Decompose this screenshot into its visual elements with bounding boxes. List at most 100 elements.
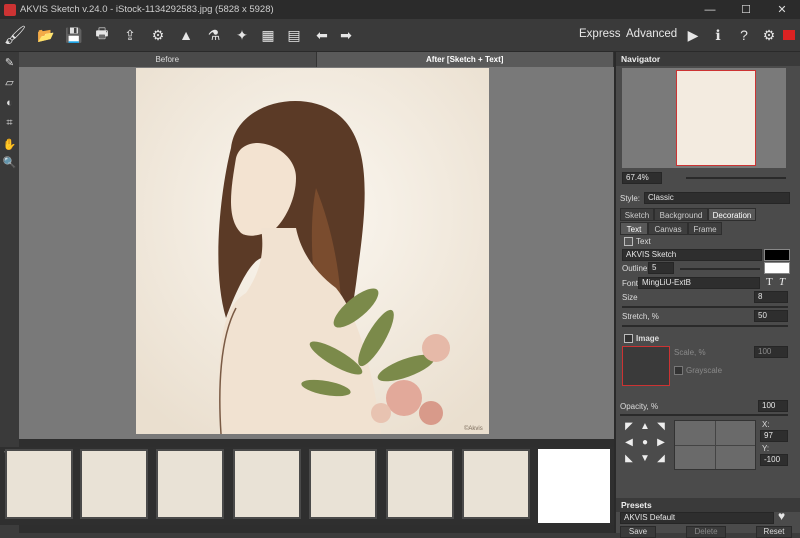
grayscale-label: Grayscale bbox=[686, 366, 723, 375]
arrow-up-right-icon[interactable]: ◥ bbox=[654, 420, 668, 434]
italic-text-icon[interactable]: T bbox=[779, 276, 785, 288]
share-icon[interactable]: ⇪ bbox=[120, 25, 140, 45]
plugin-icon[interactable]: ⚗ bbox=[204, 25, 224, 45]
style-dropdown[interactable]: Classic bbox=[644, 192, 790, 204]
grayscale-checkbox[interactable] bbox=[674, 366, 683, 375]
arrow-down-icon[interactable]: ▼ bbox=[638, 452, 652, 466]
run-icon[interactable]: ✦ bbox=[232, 25, 252, 45]
brush-tool-icon[interactable]: ◐ bbox=[2, 96, 17, 111]
redo-arrow-icon[interactable]: ➡ bbox=[336, 25, 356, 45]
main-toolbar: 🖌 📂 💾 🖶 ⇪ ⚙ ▲ ⚗ ✦ ▦ ▤ ⬅ ➡ Express Advanc… bbox=[0, 19, 800, 52]
result-thumbnail[interactable] bbox=[156, 449, 224, 519]
zoom-value[interactable]: 67.4% bbox=[622, 172, 662, 184]
result-thumbnail[interactable] bbox=[5, 449, 73, 519]
result-thumbnail[interactable] bbox=[462, 449, 530, 519]
batch-icon[interactable]: ▲ bbox=[176, 25, 196, 45]
undo-arrow-icon[interactable]: ⬅ bbox=[312, 25, 332, 45]
print-icon[interactable]: 🖶 bbox=[92, 25, 112, 45]
stretch-label: Stretch, % bbox=[622, 312, 659, 321]
opacity-input[interactable]: 100 bbox=[758, 400, 788, 412]
help-icon[interactable]: ? bbox=[734, 25, 754, 45]
arrow-down-right-icon[interactable]: ◢ bbox=[654, 452, 668, 466]
arrow-up-icon[interactable]: ▲ bbox=[638, 420, 652, 434]
arrow-right-icon[interactable]: ▶ bbox=[654, 436, 668, 450]
save-image-icon[interactable]: 💾 bbox=[64, 25, 84, 45]
x-input[interactable]: 97 bbox=[760, 430, 788, 442]
view-tabs: Before After [Sketch + Text] bbox=[19, 52, 614, 67]
tab-decoration[interactable]: Decoration bbox=[708, 208, 756, 221]
zoom-tool-icon[interactable]: 🔍 bbox=[2, 156, 17, 171]
position-grid[interactable] bbox=[674, 420, 756, 470]
center-dot-icon[interactable]: ● bbox=[638, 436, 652, 450]
subtab-frame[interactable]: Frame bbox=[688, 222, 722, 235]
reset-preset-button[interactable]: Reset bbox=[756, 526, 792, 538]
close-button[interactable]: ✕ bbox=[764, 3, 800, 16]
subtab-text[interactable]: Text bbox=[620, 222, 648, 235]
outline-slider[interactable] bbox=[680, 268, 760, 270]
favorite-heart-icon[interactable]: ♥ bbox=[778, 509, 785, 523]
crop-tool-icon[interactable]: ⌗ bbox=[2, 116, 17, 131]
hand-tool-icon[interactable]: ✋ bbox=[2, 138, 17, 153]
save-preset-button[interactable]: Save bbox=[620, 526, 656, 538]
eraser-tool-icon[interactable]: ▱ bbox=[2, 76, 17, 91]
text-checkbox-label: Text bbox=[636, 237, 651, 246]
maximize-button[interactable]: ☐ bbox=[728, 3, 764, 16]
tab-sketch[interactable]: Sketch bbox=[620, 208, 654, 221]
minimize-button[interactable]: — bbox=[692, 4, 728, 16]
watermark-text: ©Akvis bbox=[464, 425, 483, 432]
delete-preset-button[interactable]: Delete bbox=[686, 526, 726, 538]
result-thumbnail[interactable] bbox=[386, 449, 454, 519]
canvas-icon[interactable]: ▦ bbox=[258, 25, 278, 45]
image-checkbox-label: Image bbox=[636, 334, 660, 343]
app-icon bbox=[4, 3, 16, 16]
pencil-tool-icon[interactable]: ✎ bbox=[2, 56, 17, 71]
bold-text-icon[interactable]: T bbox=[766, 276, 773, 288]
text-color-swatch[interactable] bbox=[764, 249, 790, 261]
size-slider[interactable] bbox=[622, 306, 788, 308]
navigator-viewport[interactable] bbox=[676, 70, 756, 166]
info-icon[interactable]: ℹ bbox=[708, 25, 728, 45]
run-play-icon[interactable]: ▶ bbox=[683, 25, 703, 45]
navigator-preview[interactable] bbox=[622, 68, 786, 168]
zoom-slider[interactable] bbox=[686, 177, 786, 179]
result-thumbnail-selected[interactable] bbox=[538, 449, 610, 523]
result-thumbnail[interactable] bbox=[233, 449, 301, 519]
open-image-icon[interactable]: 📂 bbox=[36, 25, 56, 45]
size-input[interactable]: 8 bbox=[754, 291, 788, 303]
text-checkbox[interactable] bbox=[624, 237, 633, 246]
font-label: Font bbox=[622, 279, 639, 288]
layers-icon[interactable]: ▤ bbox=[284, 25, 304, 45]
presets-dropdown[interactable]: AKVIS Default bbox=[620, 512, 774, 524]
preferences-gear-icon[interactable]: ⚙ bbox=[148, 25, 168, 45]
tab-before[interactable]: Before bbox=[19, 52, 317, 67]
tab-background[interactable]: Background bbox=[654, 208, 708, 221]
tab-after[interactable]: After [Sketch + Text] bbox=[316, 52, 614, 67]
stretch-input[interactable]: 50 bbox=[754, 310, 788, 322]
outline-color-swatch[interactable] bbox=[764, 262, 790, 274]
size-label: Size bbox=[622, 293, 638, 302]
scale-input[interactable]: 100 bbox=[754, 346, 788, 358]
result-thumbnail[interactable] bbox=[80, 449, 148, 519]
express-mode-button[interactable]: Express bbox=[579, 28, 621, 40]
filmstrip-scrollbar[interactable] bbox=[19, 525, 614, 533]
font-dropdown[interactable]: MingLiU-ExtB bbox=[638, 277, 760, 289]
x-label: X: bbox=[762, 420, 770, 429]
advanced-mode-button[interactable]: Advanced bbox=[626, 28, 677, 40]
subtab-canvas[interactable]: Canvas bbox=[648, 222, 688, 235]
canvas-horizontal-scrollbar[interactable] bbox=[19, 439, 614, 447]
settings-gear-icon[interactable]: ⚙ bbox=[759, 25, 779, 45]
stretch-slider[interactable] bbox=[622, 325, 788, 327]
result-thumbnail[interactable] bbox=[309, 449, 377, 519]
arrow-down-left-icon[interactable]: ◣ bbox=[622, 452, 636, 466]
y-input[interactable]: -100 bbox=[760, 454, 788, 466]
outline-input[interactable]: 5 bbox=[648, 262, 674, 274]
arrow-up-left-icon[interactable]: ◤ bbox=[622, 420, 636, 434]
image-canvas[interactable]: ©Akvis bbox=[19, 67, 614, 439]
text-input[interactable]: AKVIS Sketch bbox=[622, 249, 762, 261]
image-checkbox[interactable] bbox=[624, 334, 633, 343]
notification-icon[interactable] bbox=[781, 25, 797, 45]
image-preview[interactable] bbox=[622, 346, 670, 386]
opacity-slider[interactable] bbox=[620, 414, 788, 416]
arrow-left-icon[interactable]: ◀ bbox=[622, 436, 636, 450]
left-toolbar: ✎ ▱ ◐ ⌗ ✋ 🔍 bbox=[0, 52, 19, 447]
